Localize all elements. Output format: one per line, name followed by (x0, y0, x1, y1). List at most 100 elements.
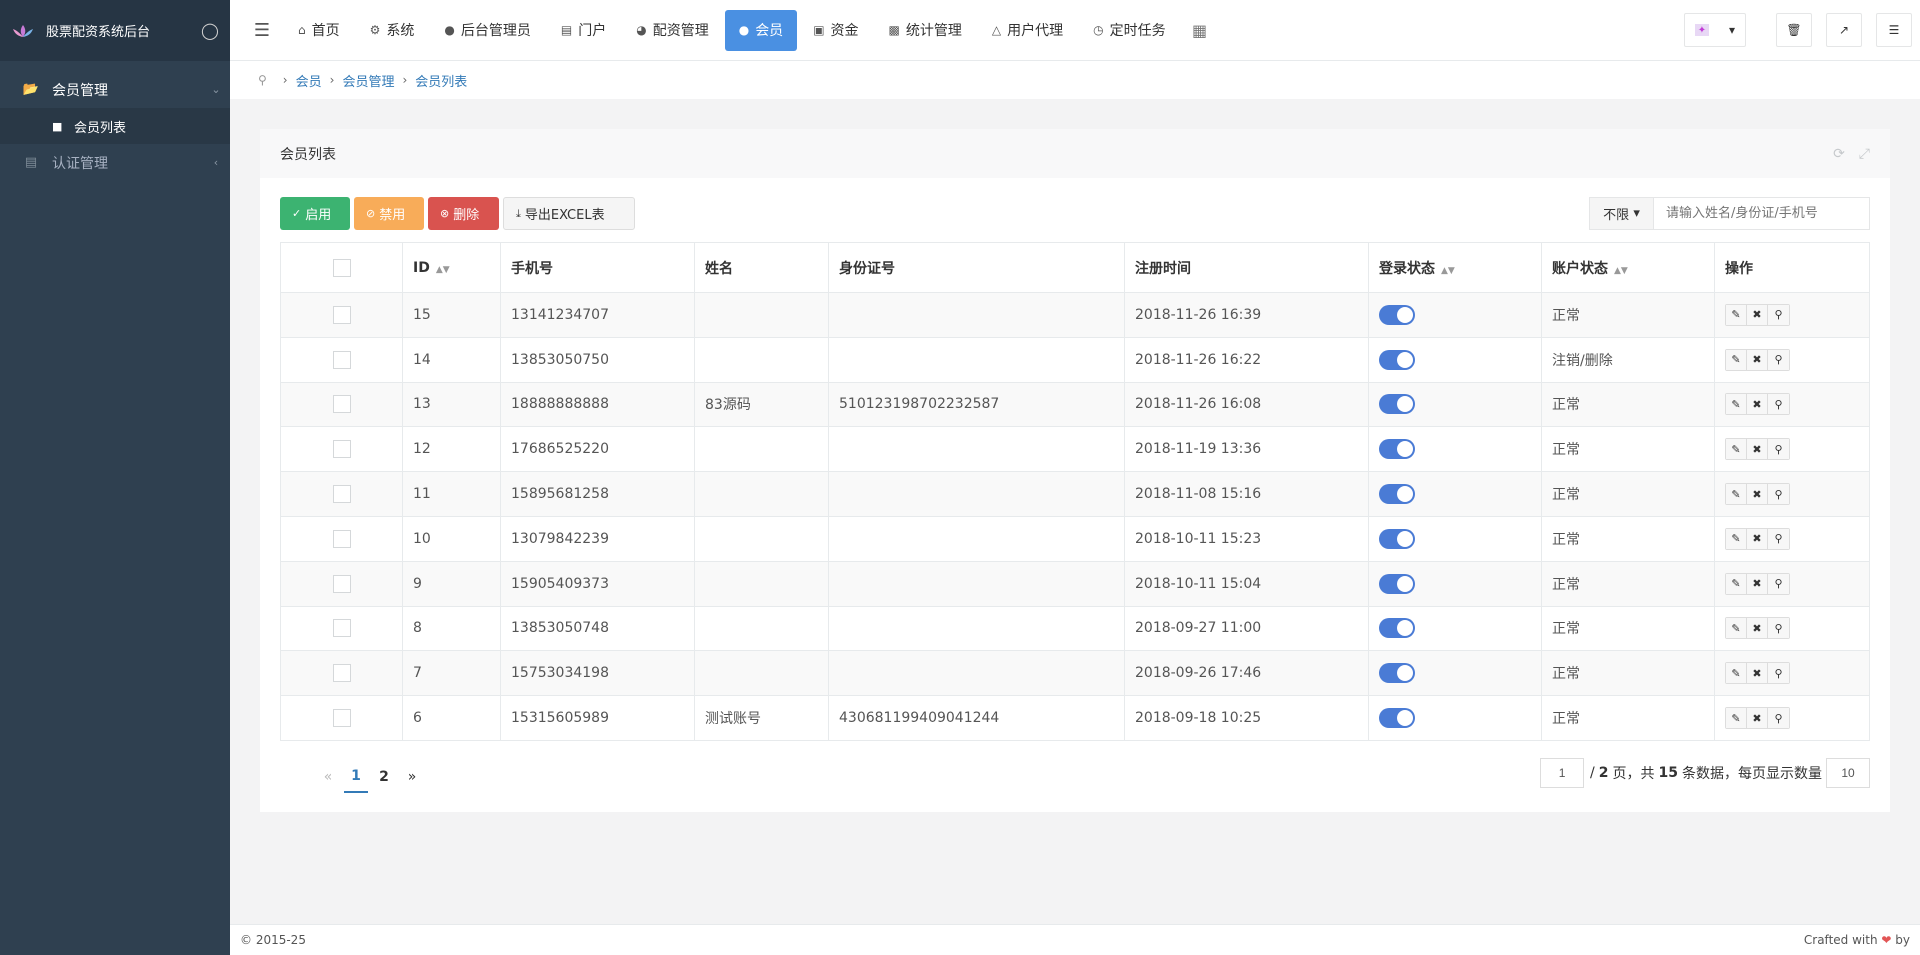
row-checkbox[interactable] (332, 709, 351, 728)
cell-name (694, 515, 829, 562)
row-checkbox[interactable] (332, 574, 351, 593)
search-input[interactable] (1654, 197, 1870, 230)
settings-panel-button[interactable]: ☰ (1876, 13, 1912, 47)
tab-funds[interactable]: ▣ 资金 (799, 10, 872, 51)
edit-icon[interactable]: ✎ (1726, 708, 1747, 729)
login-status-toggle[interactable] (1379, 573, 1415, 594)
sidebar-item-member-list[interactable]: ■ 会员列表 (0, 108, 230, 144)
key-icon[interactable]: ⚲ (1768, 349, 1789, 370)
row-checkbox[interactable] (332, 350, 351, 369)
enable-button[interactable]: ✓ 启用 (280, 197, 350, 230)
water-drop-icon[interactable]: ◯ (190, 21, 230, 40)
open-site-button[interactable]: ↗ (1826, 13, 1862, 47)
sidebar-item-member-management[interactable]: 📂 会员管理 ⌄ (0, 71, 230, 108)
sort-icon: ▲▼ (1614, 265, 1628, 276)
row-checkbox[interactable] (332, 440, 351, 459)
col-login-status[interactable]: 登录状态 ▲▼ (1368, 242, 1542, 293)
prev-page-button[interactable]: « (316, 761, 340, 793)
close-icon[interactable]: ✖ (1747, 394, 1768, 415)
grid-icon[interactable]: ▦ (1182, 21, 1218, 40)
export-excel-button[interactable]: ⤓ 导出EXCEL表 (503, 197, 635, 230)
row-actions: ✎ ✖ ⚲ (1725, 303, 1790, 326)
cell-phone: 15895681258 (500, 471, 695, 517)
search-filter-select[interactable]: 不限 ▾ (1589, 197, 1654, 230)
login-status-toggle[interactable] (1379, 439, 1415, 460)
key-icon[interactable]: ⚲ (1768, 663, 1789, 684)
edit-icon[interactable]: ✎ (1726, 304, 1747, 325)
key-icon[interactable]: ⚲ (1768, 618, 1789, 639)
key-icon[interactable]: ⚲ (1768, 708, 1789, 729)
cell-reg-time: 2018-10-11 15:04 (1124, 560, 1369, 607)
tab-admins[interactable]: ● 后台管理员 (430, 10, 544, 51)
cell-reg-time: 2018-11-19 13:36 (1124, 426, 1369, 473)
close-icon[interactable]: ✖ (1747, 484, 1768, 505)
key-icon[interactable]: ⚲ (1768, 304, 1789, 325)
page-button-2[interactable]: 2 (372, 761, 396, 793)
login-status-toggle[interactable] (1379, 528, 1415, 549)
close-icon[interactable]: ✖ (1747, 439, 1768, 460)
delete-button[interactable]: ⊗ 删除 (428, 197, 499, 230)
page-button-1[interactable]: 1 (344, 761, 368, 793)
edit-icon[interactable]: ✎ (1726, 439, 1747, 460)
theme-color-picker[interactable]: ✦ ▾ (1684, 13, 1746, 47)
login-status-toggle[interactable] (1379, 708, 1415, 729)
disable-button[interactable]: ⊘ 禁用 (354, 197, 424, 230)
col-account-status[interactable]: 账户状态 ▲▼ (1541, 242, 1715, 293)
page-jump-input[interactable] (1540, 758, 1585, 788)
tab-members[interactable]: ● 会员 (724, 9, 798, 51)
edit-icon[interactable]: ✎ (1726, 573, 1747, 594)
row-checkbox[interactable] (332, 395, 351, 414)
col-id[interactable]: ID ▲▼ (402, 242, 501, 293)
login-status-toggle[interactable] (1379, 304, 1415, 325)
table-row: 7 15753034198 2018-09-26 17:46 正常 ✎ ✖ ⚲ (280, 650, 1870, 697)
close-icon[interactable]: ✖ (1747, 663, 1768, 684)
row-checkbox[interactable] (332, 619, 351, 638)
sidebar-item-auth-management[interactable]: ▤ 认证管理 ‹ (0, 144, 230, 181)
button-label: 删除 (453, 208, 480, 223)
tab-agents[interactable]: △ 用户代理 (978, 10, 1077, 51)
login-status-toggle[interactable] (1379, 663, 1415, 684)
key-icon[interactable]: ⚲ (1768, 394, 1789, 415)
refresh-icon[interactable]: ⟳ (1833, 146, 1845, 162)
breadcrumb-link[interactable]: 会员 (296, 71, 322, 90)
tab-system[interactable]: ⚙ 系统 (356, 10, 429, 51)
edit-icon[interactable]: ✎ (1726, 528, 1747, 549)
fullscreen-icon[interactable]: ⤢ (1859, 146, 1870, 162)
close-icon[interactable]: ✖ (1747, 528, 1768, 549)
tab-home[interactable]: ⌂ 首页 (284, 10, 354, 51)
row-checkbox[interactable] (332, 664, 351, 683)
hamburger-icon[interactable]: ☰ (240, 20, 284, 41)
key-icon[interactable]: ⚲ (1768, 484, 1789, 505)
edit-icon[interactable]: ✎ (1726, 394, 1747, 415)
close-icon[interactable]: ✖ (1747, 708, 1768, 729)
edit-icon[interactable]: ✎ (1726, 484, 1747, 505)
row-checkbox[interactable] (332, 529, 351, 548)
page-size-input[interactable] (1826, 758, 1870, 788)
tab-financing[interactable]: ◕ 配资管理 (622, 10, 722, 51)
edit-icon[interactable]: ✎ (1726, 663, 1747, 684)
login-status-toggle[interactable] (1379, 618, 1415, 639)
tab-scheduled-tasks[interactable]: ◷ 定时任务 (1079, 10, 1179, 51)
select-all-checkbox[interactable] (332, 258, 351, 277)
login-status-toggle[interactable] (1379, 394, 1415, 415)
row-checkbox[interactable] (332, 305, 351, 324)
close-icon[interactable]: ✖ (1747, 349, 1768, 370)
tab-portal[interactable]: ▤ 门户 (547, 10, 620, 51)
login-status-toggle[interactable] (1379, 484, 1415, 505)
sidebar-item-label: 会员列表 (74, 120, 127, 136)
breadcrumb-link[interactable]: 会员管理 (342, 71, 394, 90)
close-icon[interactable]: ✖ (1747, 304, 1768, 325)
next-page-button[interactable]: » (400, 761, 424, 793)
clear-cache-button[interactable]: 🗑 (1776, 13, 1812, 47)
close-icon[interactable]: ✖ (1747, 573, 1768, 594)
breadcrumb-link[interactable]: 会员列表 (415, 71, 467, 90)
close-icon[interactable]: ✖ (1747, 618, 1768, 639)
key-icon[interactable]: ⚲ (1768, 439, 1789, 460)
tab-statistics[interactable]: ▩ 统计管理 (875, 10, 976, 51)
row-checkbox[interactable] (332, 485, 351, 504)
key-icon[interactable]: ⚲ (1768, 573, 1789, 594)
key-icon[interactable]: ⚲ (1768, 528, 1789, 549)
login-status-toggle[interactable] (1379, 349, 1415, 370)
edit-icon[interactable]: ✎ (1726, 349, 1747, 370)
edit-icon[interactable]: ✎ (1726, 618, 1747, 639)
